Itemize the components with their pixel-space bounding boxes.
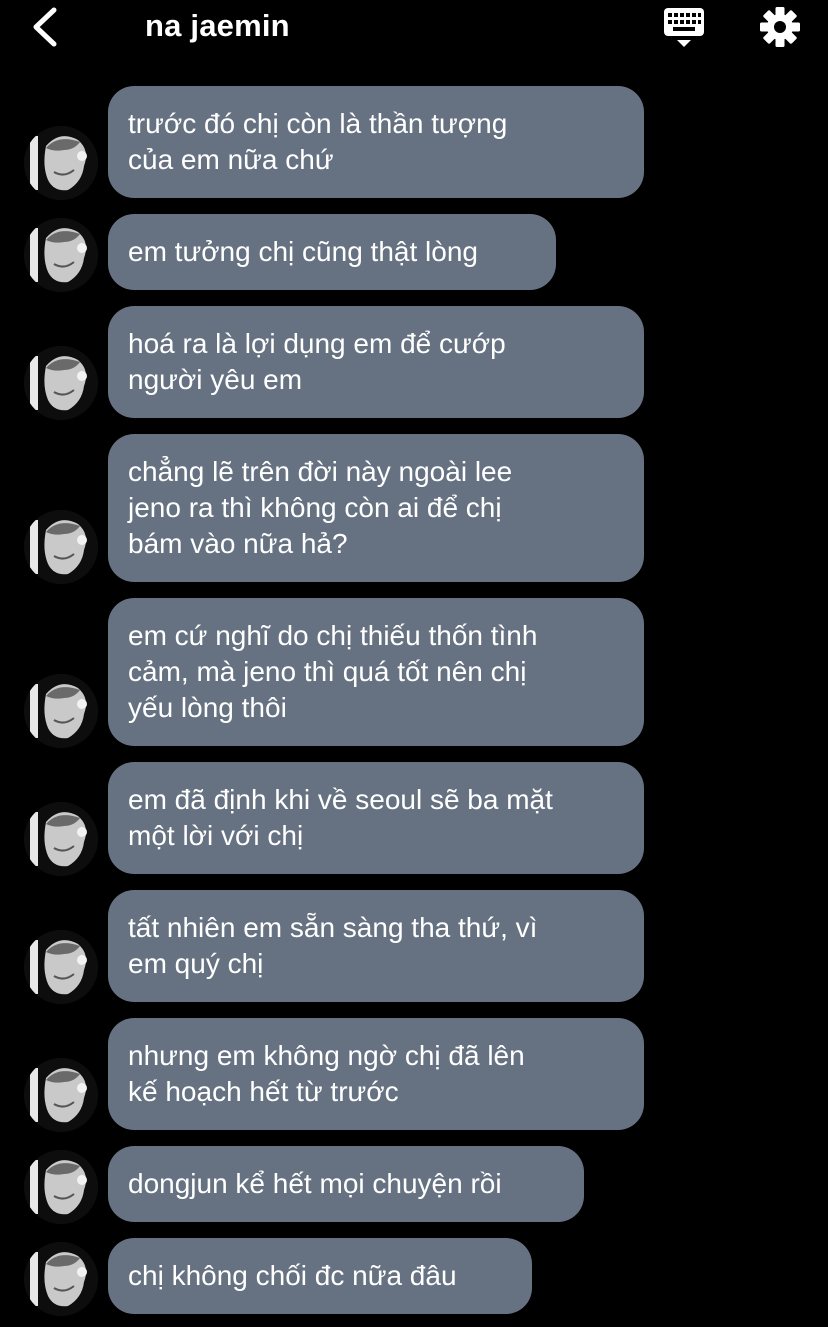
message-text: trước đó chị còn là thần tượng của em nữ… [128,108,508,175]
message-text: tất nhiên em sẵn sàng tha thứ, vì em quý… [128,912,538,979]
message-bubble[interactable]: dongjun kể hết mọi chuyện rồi [108,1146,584,1222]
message-bubble[interactable]: tất nhiên em sẵn sàng tha thứ, vì em quý… [108,890,644,1002]
settings-button[interactable] [756,4,804,50]
avatar[interactable] [24,930,98,1004]
message-bubble[interactable]: trước đó chị còn là thần tượng của em nữ… [108,86,644,198]
chevron-left-icon [33,7,57,47]
avatar[interactable] [24,802,98,876]
avatar[interactable] [24,346,98,420]
avatar[interactable] [24,1242,98,1316]
message-text: em đã định khi về seoul sẽ ba mặt một lờ… [128,784,553,851]
gear-icon [760,7,800,47]
message-bubble[interactable]: chẳng lẽ trên đời này ngoài lee jeno ra … [108,434,644,582]
message-bubble[interactable]: hoá ra là lợi dụng em để cướp người yêu … [108,306,644,418]
avatar[interactable] [24,1150,98,1224]
avatar[interactable] [24,1058,98,1132]
message-bubble[interactable]: em cứ nghĩ do chị thiếu thốn tình cảm, m… [108,598,644,746]
message-text: chẳng lẽ trên đời này ngoài lee jeno ra … [128,456,513,559]
message-bubble[interactable]: em đã định khi về seoul sẽ ba mặt một lờ… [108,762,644,874]
message-text: em cứ nghĩ do chị thiếu thốn tình cảm, m… [128,620,538,723]
back-button[interactable] [26,4,66,50]
message-text: nhưng em không ngờ chị đã lên kế hoạch h… [128,1040,525,1107]
avatar[interactable] [24,510,98,584]
chat-title: na jaemin [145,8,290,43]
message-text: chị không chối đc nữa đâu [128,1260,457,1291]
message-text: hoá ra là lợi dụng em để cướp người yêu … [128,328,506,395]
message-bubble[interactable]: nhưng em không ngờ chị đã lên kế hoạch h… [108,1018,644,1130]
message-bubble[interactable]: em tưởng chị cũng thật lòng [108,214,556,290]
message-text: em tưởng chị cũng thật lòng [128,236,478,267]
message-bubble[interactable]: chị không chối đc nữa đâu [108,1238,532,1314]
top-bar: na jaemin [0,0,828,56]
keyboard-button[interactable] [660,4,708,50]
avatar[interactable] [24,126,98,200]
avatar[interactable] [24,674,98,748]
keyboard-icon [664,8,704,47]
avatar[interactable] [24,218,98,292]
message-text: dongjun kể hết mọi chuyện rồi [128,1168,502,1199]
